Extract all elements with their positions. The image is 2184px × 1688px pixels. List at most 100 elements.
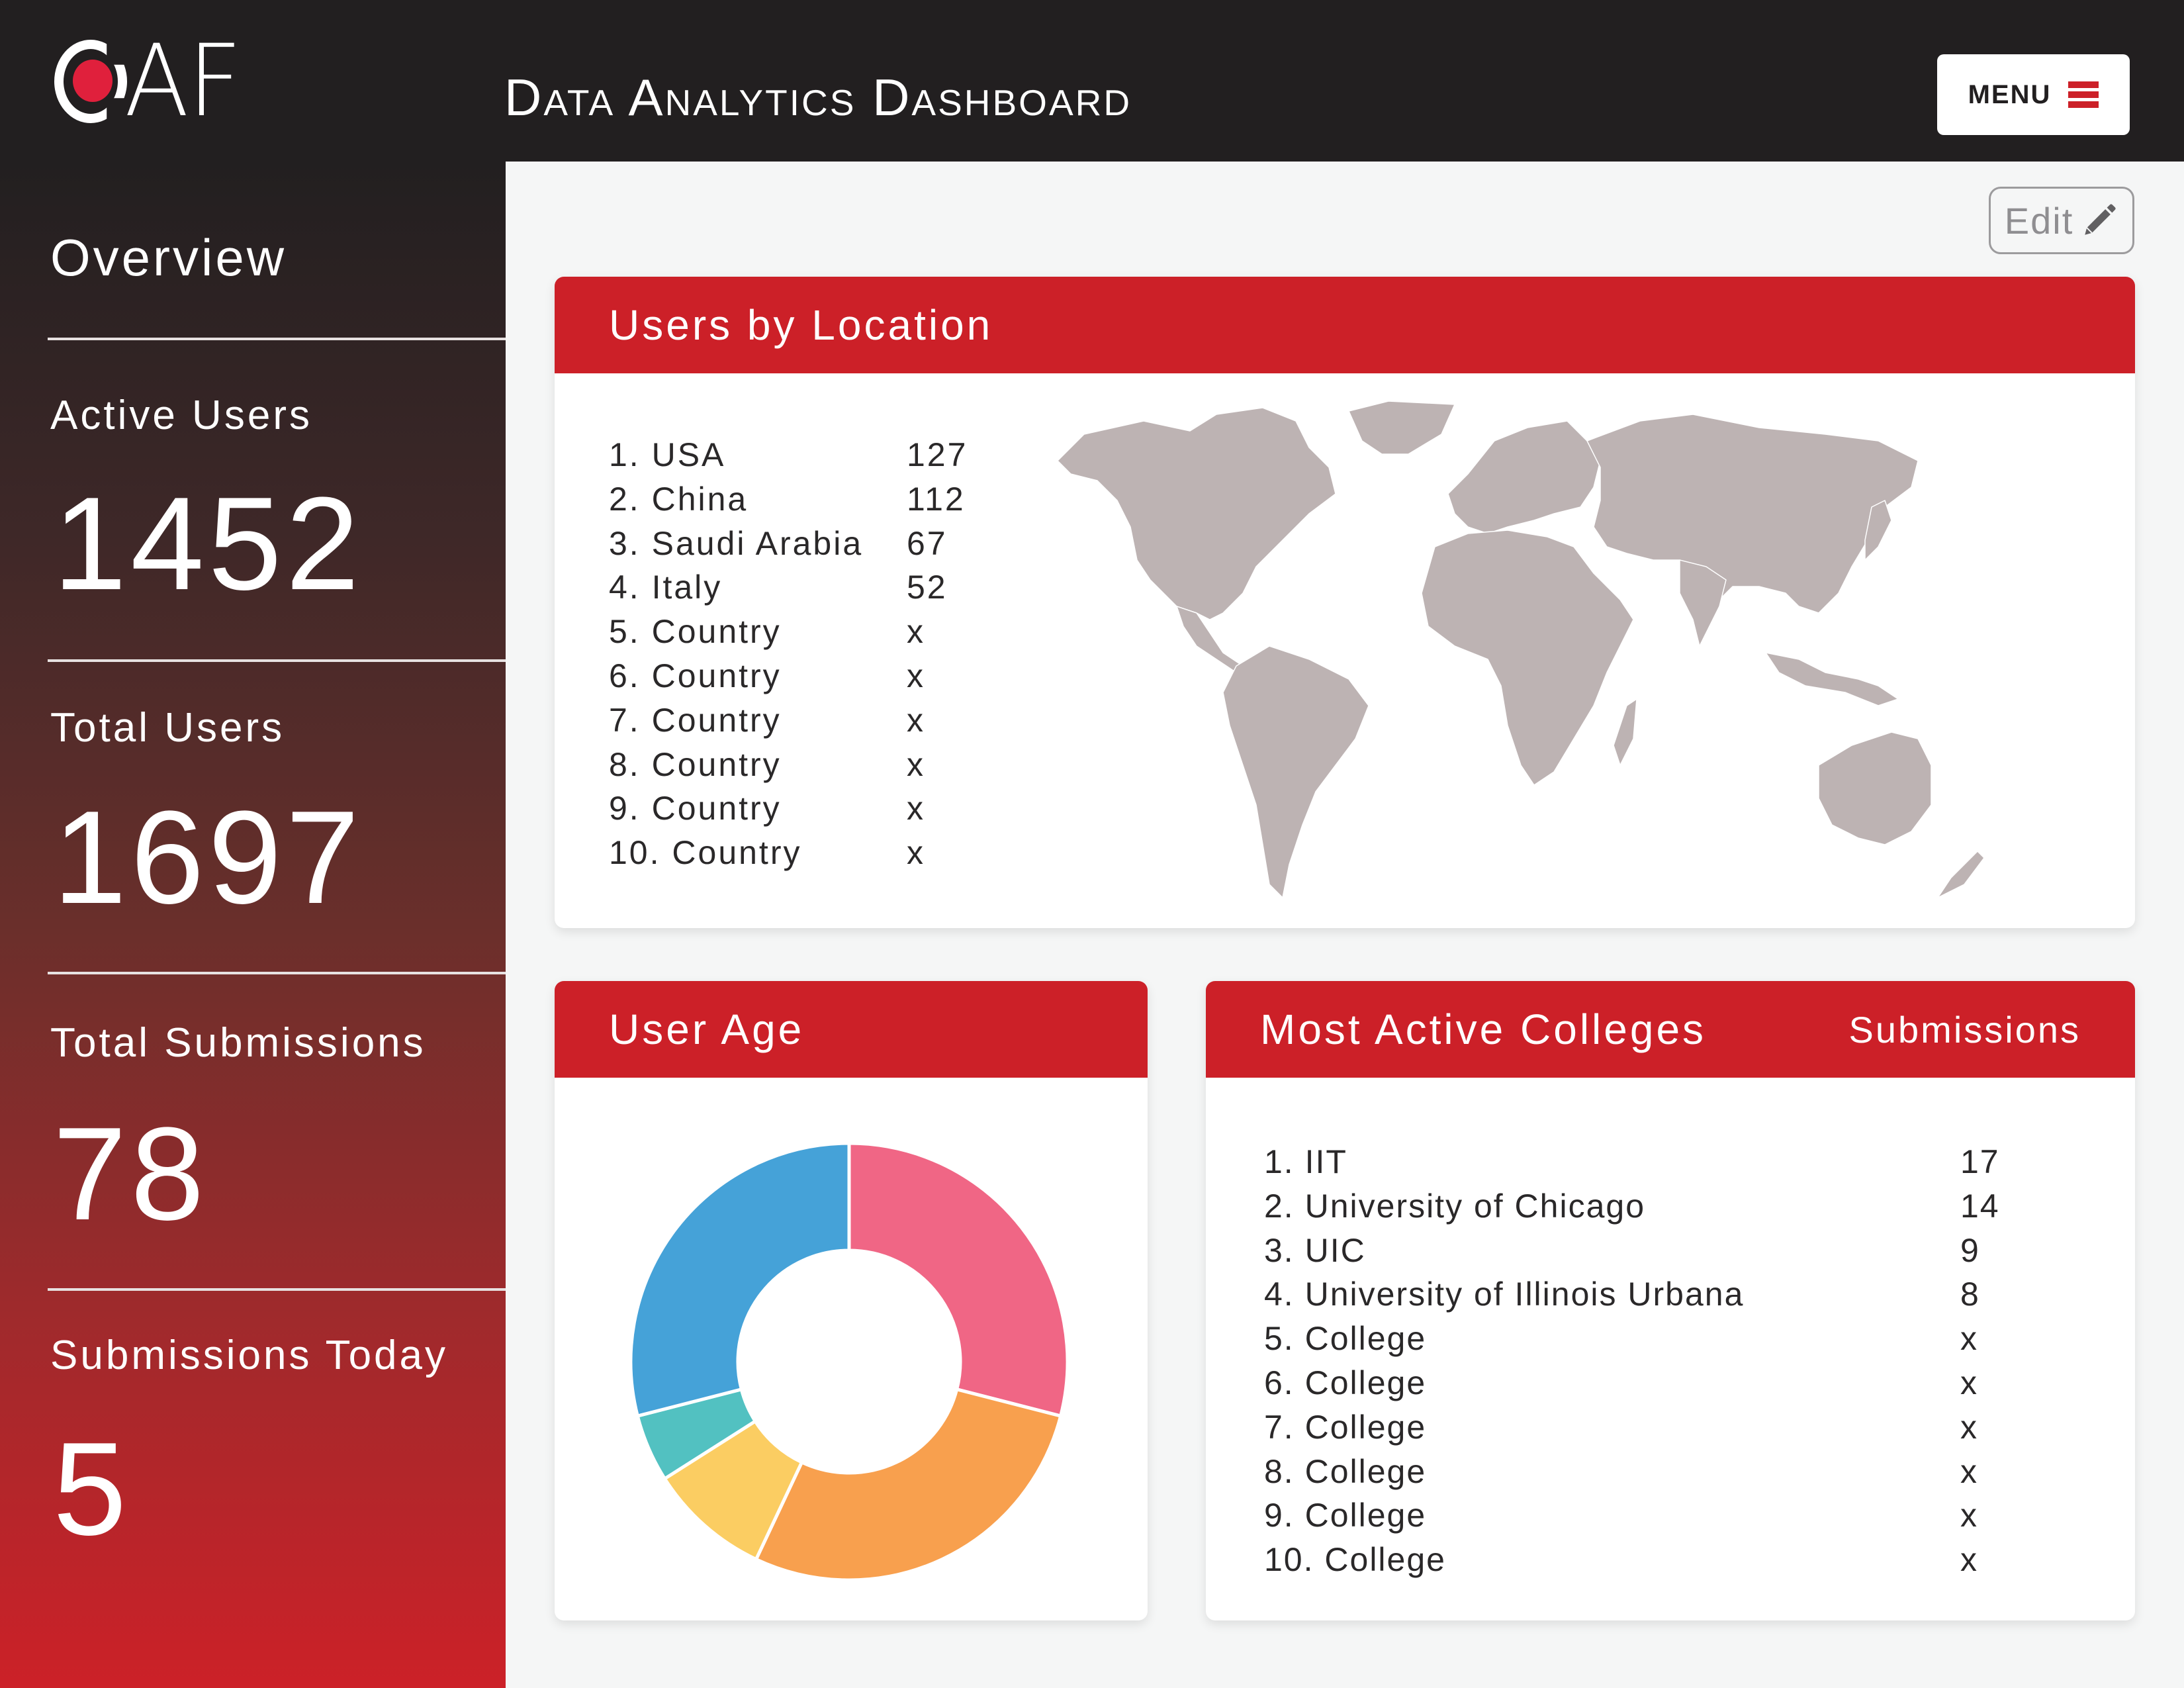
card-header: User Age — [555, 981, 1148, 1078]
college-submissions: x — [1960, 1320, 1978, 1358]
college-name: 7. College — [1264, 1408, 1427, 1446]
country-value: x — [907, 790, 925, 827]
hamburger-icon — [2068, 81, 2099, 108]
country-name: 9. Country — [609, 790, 782, 827]
donut-slice-2[interactable] — [754, 1387, 1063, 1582]
college-name: 6. College — [1264, 1364, 1427, 1401]
card-title: Most Active Colleges — [1260, 1006, 1707, 1053]
world-map-icon[interactable] — [1044, 395, 2024, 904]
stat-value-total-submissions: 78 — [53, 1100, 208, 1248]
college-name: 9. College — [1264, 1497, 1427, 1534]
sidebar-divider — [48, 659, 506, 662]
college-name: 10. College — [1264, 1541, 1446, 1579]
college-submissions: 8 — [1960, 1276, 1980, 1313]
country-value: 67 — [907, 524, 948, 562]
greenland — [1348, 400, 1455, 455]
menu-button[interactable]: MENU — [1937, 54, 2130, 135]
college-submissions: x — [1960, 1364, 1978, 1401]
list-item: 8. Country x — [609, 743, 1006, 787]
college-name: 8. College — [1264, 1452, 1427, 1490]
country-name: 2. China — [609, 480, 749, 518]
country-name: 3. Saudi Arabia — [609, 524, 864, 562]
logo-text: AF — [124, 24, 242, 139]
menu-label: MENU — [1968, 79, 2052, 109]
college-submissions: 17 — [1960, 1143, 2000, 1180]
country-value: 127 — [907, 436, 968, 473]
list-item: 10. Country x — [609, 831, 1006, 875]
country-name: 1. USA — [609, 436, 726, 473]
college-submissions: 14 — [1960, 1187, 2000, 1225]
country-value: 112 — [907, 480, 966, 518]
college-name: 5. College — [1264, 1320, 1427, 1358]
caf-logo-circle-icon — [54, 40, 127, 123]
donut-slice-5[interactable] — [629, 1141, 851, 1419]
sidebar-divider — [48, 972, 506, 974]
college-submissions: 9 — [1960, 1231, 1980, 1269]
college-submissions: x — [1960, 1497, 1978, 1534]
list-item: 5. College x — [1264, 1317, 2078, 1361]
country-value: x — [907, 834, 925, 872]
asia — [1586, 414, 1919, 614]
stat-value-total-users: 1697 — [53, 784, 363, 931]
list-item: 6. Country x — [609, 654, 1006, 698]
stat-label-total-submissions: Total Submissions — [50, 1020, 426, 1066]
list-item: 7. Country x — [609, 698, 1006, 743]
college-name: 3. UIC — [1264, 1231, 1366, 1269]
list-item: 2. China 112 — [609, 477, 1006, 522]
stat-label-total-users: Total Users — [50, 705, 285, 751]
card-header: Most Active Colleges Submissions — [1206, 981, 2135, 1078]
pencil-icon — [2085, 204, 2116, 235]
list-item: 1. USA 127 — [609, 433, 1006, 477]
sidebar-divider — [48, 338, 506, 340]
south-america — [1222, 645, 1369, 898]
list-item: 9. Country x — [609, 786, 1006, 831]
stat-value-submissions-today: 5 — [53, 1415, 131, 1563]
stat-label-submissions-today: Submissions Today — [50, 1333, 449, 1378]
sidebar: Overview Active Users 1452 Total Users 1… — [0, 162, 506, 1688]
country-name: 6. Country — [609, 657, 782, 694]
page-title: Data Analytics Dashboard — [504, 68, 1132, 126]
australia — [1818, 731, 1932, 845]
country-name: 10. Country — [609, 834, 802, 872]
card-title: Users by Location — [609, 301, 993, 349]
list-item: 8. College x — [1264, 1450, 2078, 1494]
college-submissions: x — [1960, 1452, 1978, 1490]
caf-logo[interactable]: AF — [54, 32, 247, 131]
list-item: 9. College x — [1264, 1493, 2078, 1538]
list-item: 2. University of Chicago 14 — [1264, 1184, 2078, 1229]
country-name: 8. Country — [609, 745, 782, 783]
sidebar-title: Overview — [50, 228, 287, 287]
top-bar: AF Data Analytics Dashboard MENU — [0, 0, 2184, 162]
user-age-donut-chart — [629, 1141, 1069, 1582]
users-by-location-card: Users by Location 1. USA 127 2. China 112 … — [555, 277, 2135, 928]
country-name: 5. Country — [609, 613, 782, 651]
north-america — [1057, 407, 1336, 620]
user-age-card: User Age — [555, 981, 1148, 1620]
europe — [1447, 420, 1601, 534]
edit-button[interactable]: Edit — [1989, 187, 2134, 254]
stat-label-active-users: Active Users — [50, 393, 312, 438]
list-item: 5. Country x — [609, 610, 1006, 654]
list-item: 10. College x — [1264, 1538, 2078, 1582]
donut-slice-1[interactable] — [847, 1141, 1069, 1419]
country-value: x — [907, 745, 925, 783]
college-name: 2. University of Chicago — [1264, 1187, 1646, 1225]
list-item: 7. College x — [1264, 1405, 2078, 1450]
country-value: 52 — [907, 569, 948, 606]
new-zealand — [1937, 851, 1985, 898]
country-value: x — [907, 701, 925, 739]
submissions-column-header: Submissions — [1848, 1008, 2081, 1051]
college-submissions: x — [1960, 1541, 1978, 1579]
stat-value-active-users: 1452 — [53, 470, 363, 618]
college-name: 1. IIT — [1264, 1143, 1347, 1180]
africa — [1421, 530, 1634, 786]
country-value: x — [907, 657, 925, 694]
indonesia — [1765, 652, 1899, 706]
card-title: User Age — [609, 1006, 805, 1053]
college-list: 1. IIT 17 2. University of Chicago 14 3. U… — [1264, 1140, 2078, 1582]
list-item: 3. UIC 9 — [1264, 1229, 2078, 1273]
madagascar — [1613, 698, 1637, 766]
list-item: 1. IIT 17 — [1264, 1140, 2078, 1184]
list-item: 6. College x — [1264, 1361, 2078, 1405]
most-active-colleges-card: Most Active Colleges Submissions 1. IIT 1… — [1206, 981, 2135, 1620]
